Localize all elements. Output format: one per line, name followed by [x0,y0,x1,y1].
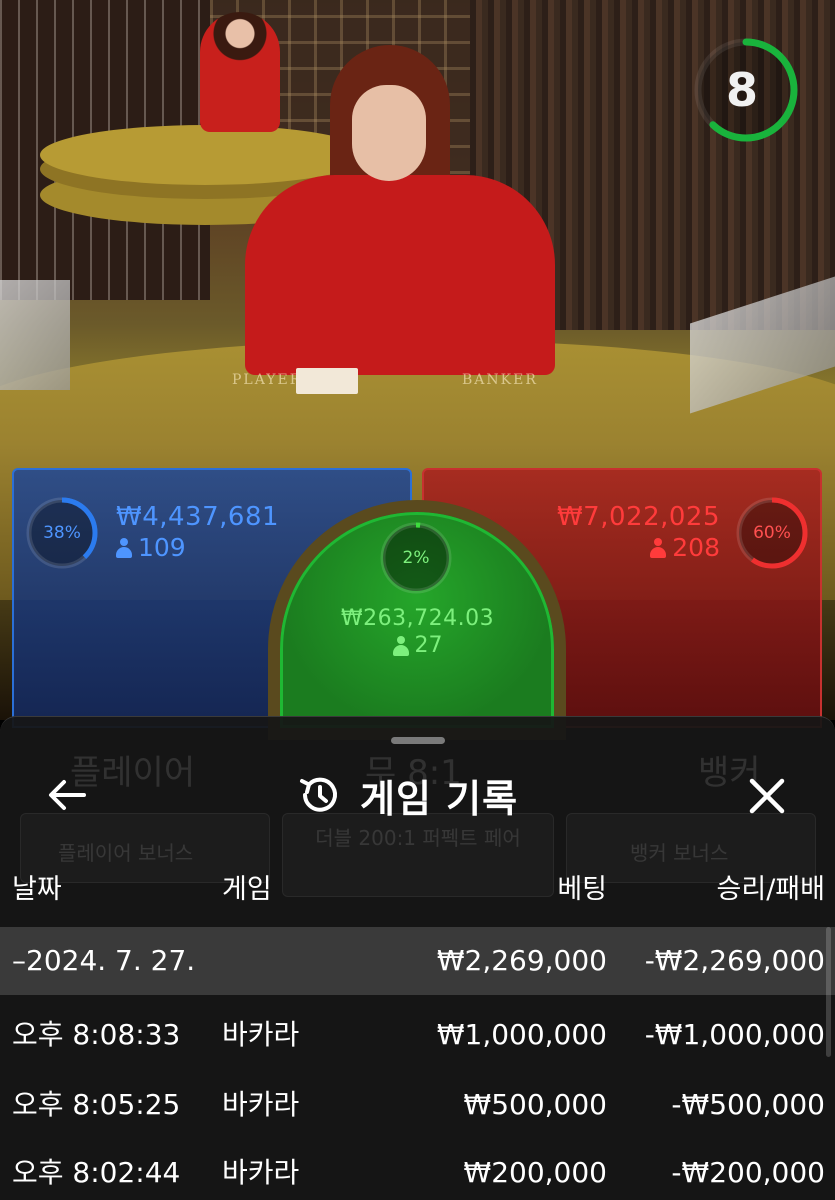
tie-total-amount: ₩263,724.03 [340,606,495,631]
discard-tray [0,280,70,390]
table-label-banker: BANKER [462,372,538,388]
row-time: 오후 8:02:44 [12,1156,181,1189]
row-time: 오후 8:08:33 [12,1018,181,1051]
banker-bettor-count: 208 [560,533,720,562]
row-game: 바카라 [222,1156,300,1189]
history-title: 게임 기록 [360,776,519,821]
col-game: 게임 [222,874,272,905]
person-icon [650,537,667,558]
group-win-loss-total: -₩2,269,000 [644,944,825,977]
player-percent-ring: 38% [24,495,100,571]
bg-label-banker-bonus: 뱅커 보너스 [630,841,729,865]
arrow-left-icon[interactable] [44,775,90,815]
banker-percent: 60% [753,523,791,543]
player-total-amount: ₩4,437,681 [116,502,280,532]
row-win-loss: -₩500,000 [671,1088,825,1121]
row-win-loss: -₩200,000 [671,1156,825,1189]
row-bet: ₩500,000 [463,1088,607,1121]
banker-percent-ring: 60% [734,495,810,571]
tie-bettor-count: 27 [330,633,505,658]
dealt-cards [296,368,358,394]
banker-total-amount: ₩7,022,025 [556,502,720,532]
group-date: –2024. 7. 27. [12,944,196,977]
player-percent: 38% [43,523,81,543]
row-game: 바카라 [222,1018,300,1051]
history-clock-icon [300,777,337,812]
dealer [235,45,565,375]
tie-percent-ring: 2% [378,520,454,596]
row-bet: ₩1,000,000 [436,1018,607,1051]
col-bet: 베팅 [557,874,607,905]
bg-label-player-bonus: 플레이어 보너스 [58,841,194,865]
tie-percent: 2% [402,548,430,568]
sheet-drag-handle[interactable] [391,737,445,744]
countdown-timer: 8 [690,34,802,146]
col-win-loss: 승리/패배 [716,874,825,905]
table-row[interactable]: 오후 8:08:33 바카라 ₩1,000,000 -₩1,000,000 [0,1001,835,1069]
bg-label-pair: 더블 200:1 퍼펙트 페어 [315,826,521,850]
game-history-sheet: 플레이어 무 8:1 뱅커 플레이어 보너스 더블 200:1 퍼펙트 페어 뱅… [0,716,835,1200]
table-row[interactable]: 오후 8:05:25 바카라 ₩500,000 -₩500,000 [0,1071,835,1139]
player-bettor-count: 109 [116,533,186,562]
history-table-header: 날짜 게임 베팅 승리/패배 [0,867,835,917]
person-icon [392,635,409,656]
table-label-player: PLAYER [232,372,303,388]
history-title-group: 게임 기록 [296,767,518,823]
scrollbar[interactable] [826,927,831,1057]
person-icon [116,537,132,558]
table-row[interactable]: 오후 8:02:44 바카라 ₩200,000 -₩200,000 [0,1139,835,1200]
timer-value: 8 [725,63,758,117]
group-bet-total: ₩2,269,000 [436,944,607,977]
row-bet: ₩200,000 [463,1156,607,1189]
close-x-icon[interactable] [744,773,790,819]
date-group-row[interactable]: –2024. 7. 27. ₩2,269,000 -₩2,269,000 [0,927,835,995]
row-game: 바카라 [222,1088,300,1121]
row-win-loss: -₩1,000,000 [644,1018,825,1051]
row-time: 오후 8:05:25 [12,1088,181,1121]
history-header: 게임 기록 [0,767,835,823]
col-date: 날짜 [12,874,62,905]
